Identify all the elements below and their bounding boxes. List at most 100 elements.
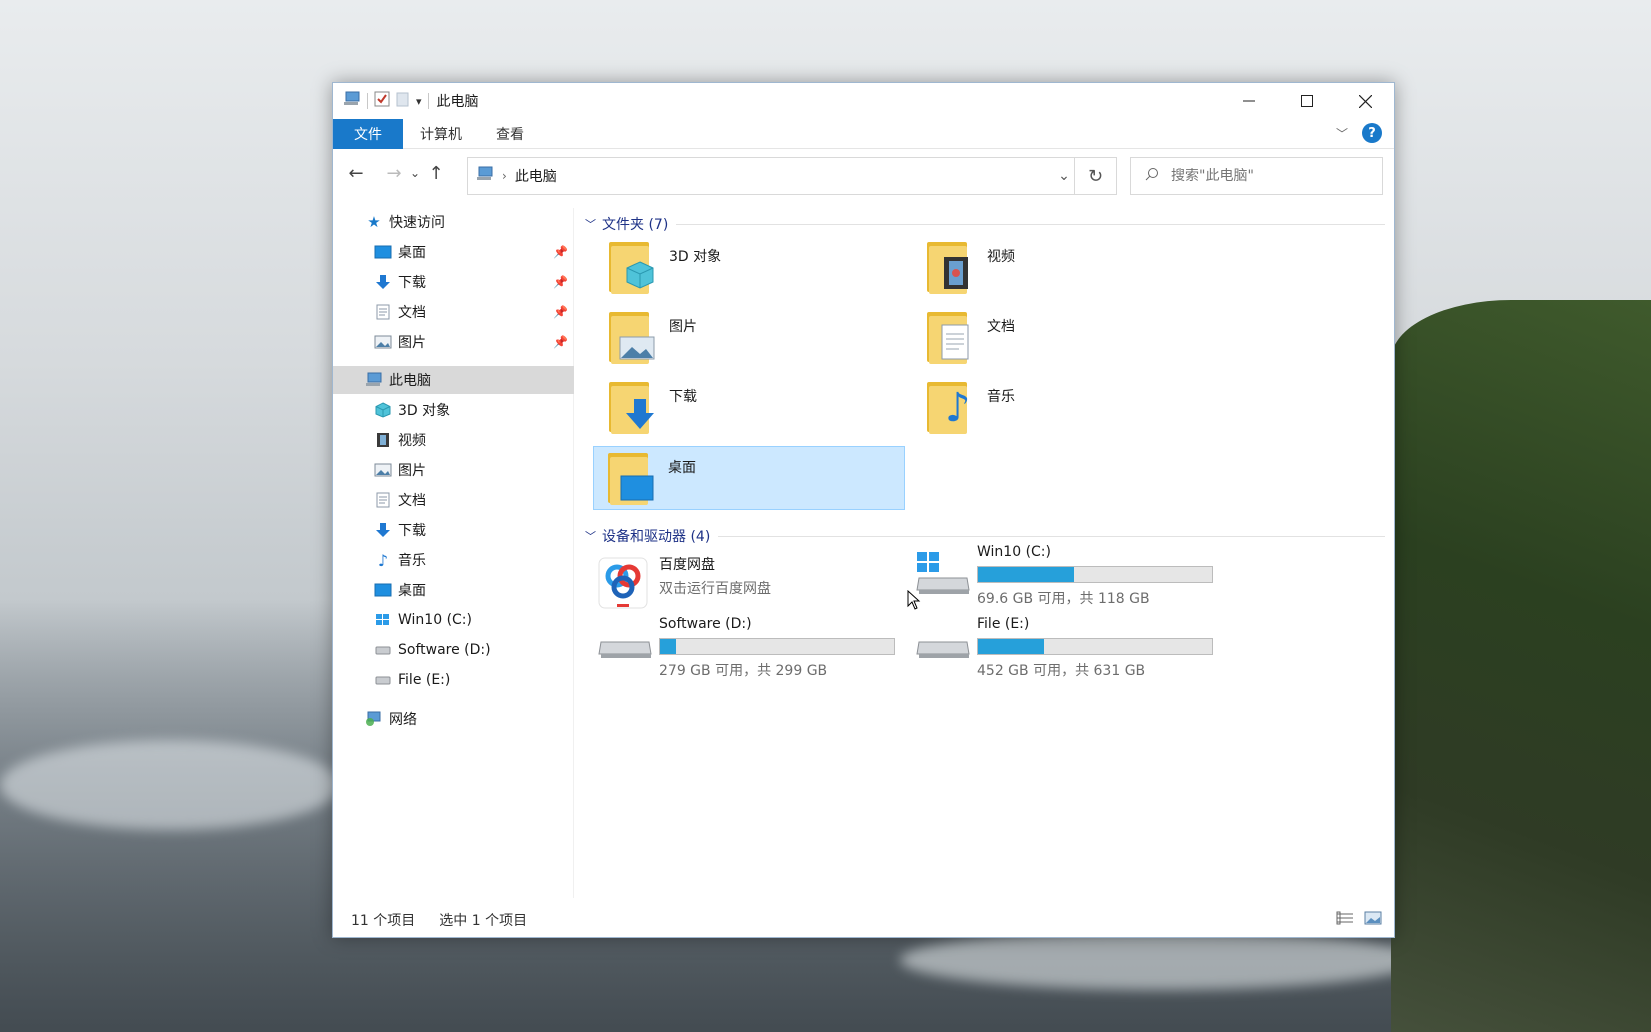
nav-quick-downloads[interactable]: 下载 📌 <box>333 268 574 296</box>
nav-network[interactable]: 网络 <box>333 705 574 733</box>
nav-label: 下载 <box>398 275 426 291</box>
desktop-surf <box>0 740 340 830</box>
folder-label: 下载 <box>669 389 697 405</box>
group-label: 设备和驱动器 (4) <box>602 529 711 545</box>
computer-icon <box>476 166 494 186</box>
music-note-icon: ♪ <box>377 550 389 570</box>
baidu-netdisk[interactable]: 百度网盘 双击运行百度网盘 <box>589 548 899 612</box>
tab-file[interactable]: 文件 <box>333 118 403 149</box>
nav-documents[interactable]: 文档 <box>333 486 574 514</box>
document-icon <box>374 303 392 321</box>
nav-videos[interactable]: 视频 <box>333 426 574 454</box>
drive-c[interactable]: Win10 (C:) 69.6 GB 可用，共 118 GB <box>907 538 1217 607</box>
nav-drive-c[interactable]: Win10 (C:) <box>333 606 574 634</box>
nav-label: 视频 <box>398 433 426 449</box>
computer-icon <box>365 371 383 389</box>
folder-desktop[interactable]: 桌面 <box>593 446 905 510</box>
up-button[interactable]: ↑ <box>423 158 449 188</box>
desktop-icon <box>374 243 392 261</box>
nav-pictures[interactable]: 图片 <box>333 456 574 484</box>
nav-label: 此电脑 <box>389 373 431 389</box>
windows-drive-icon <box>915 546 971 596</box>
expand-ribbon-icon[interactable]: ﹀ <box>1336 125 1348 142</box>
maximize-button[interactable] <box>1278 83 1336 119</box>
title-bar: ▾ 此电脑 <box>333 83 1394 119</box>
nav-3d-objects[interactable]: 3D 对象 <box>333 396 574 424</box>
folder-label: 图片 <box>669 319 697 335</box>
help-icon[interactable]: ? <box>1362 123 1382 143</box>
nav-drive-e[interactable]: File (E:) <box>333 666 574 694</box>
nav-desktop[interactable]: 桌面 <box>333 576 574 604</box>
drive-usage-bar <box>977 638 1213 655</box>
chevron-right-icon[interactable]: › <box>502 169 507 183</box>
drive-usage-fill <box>660 639 677 654</box>
search-input[interactable] <box>1171 168 1361 184</box>
nav-downloads[interactable]: 下载 <box>333 516 574 544</box>
desktop-cliff <box>1391 300 1651 1032</box>
properties-icon[interactable] <box>374 91 390 111</box>
nav-drive-d[interactable]: Software (D:) <box>333 636 574 664</box>
computer-icon[interactable] <box>343 91 361 111</box>
folder-icon <box>607 308 663 368</box>
folder-3d-objects[interactable]: 3D 对象 <box>595 236 907 300</box>
large-icons-view-icon[interactable] <box>1364 911 1382 929</box>
close-button[interactable] <box>1336 83 1394 119</box>
folder-label: 文档 <box>987 319 1015 335</box>
nav-quick-documents[interactable]: 文档 📌 <box>333 298 574 326</box>
group-label: 文件夹 (7) <box>602 217 669 233</box>
forward-button[interactable]: → <box>381 158 407 188</box>
picture-icon <box>374 333 392 351</box>
pin-icon[interactable]: 📌 <box>553 335 568 349</box>
customize-toolbar-icon[interactable]: ▾ <box>416 95 422 108</box>
tab-computer[interactable]: 计算机 <box>403 119 479 149</box>
drive-label: File (E:) <box>977 616 1030 632</box>
drive-d[interactable]: Software (D:) 279 GB 可用，共 299 GB <box>589 610 899 679</box>
tab-view[interactable]: 查看 <box>479 119 541 149</box>
folder-pictures[interactable]: 图片 <box>595 306 907 370</box>
folder-downloads[interactable]: 下载 <box>595 376 907 440</box>
search-box[interactable] <box>1130 157 1383 195</box>
nav-quick-pictures[interactable]: 图片 📌 <box>333 328 574 356</box>
nav-music[interactable]: ♪ 音乐 <box>333 546 574 574</box>
address-bar[interactable]: › 此电脑 ⌄ ↻ <box>467 157 1117 195</box>
chevron-down-icon[interactable]: ﹀ <box>585 528 596 544</box>
folder-documents[interactable]: 文档 <box>913 306 1225 370</box>
drive-size-text: 279 GB 可用，共 299 GB <box>659 663 828 679</box>
nav-label: File (E:) <box>398 672 451 688</box>
drive-icon <box>374 671 392 689</box>
refresh-button[interactable]: ↻ <box>1074 158 1116 194</box>
back-button[interactable]: ← <box>343 158 369 188</box>
baidu-netdisk-icon <box>597 556 653 609</box>
drive-label: Win10 (C:) <box>977 544 1051 560</box>
nav-label: 图片 <box>398 463 426 479</box>
nav-label: 3D 对象 <box>398 403 451 419</box>
drive-e[interactable]: File (E:) 452 GB 可用，共 631 GB <box>907 610 1217 679</box>
details-view-icon[interactable] <box>1336 911 1354 929</box>
recent-locations-button[interactable]: ⌄ <box>407 158 423 188</box>
breadcrumb-this-pc[interactable]: 此电脑 <box>515 166 557 186</box>
picture-icon <box>374 461 392 479</box>
device-subtitle: 双击运行百度网盘 <box>659 581 771 597</box>
folder-videos[interactable]: 视频 <box>913 236 1225 300</box>
folder-music[interactable]: ♪ 音乐 <box>913 376 1225 440</box>
pin-icon[interactable]: 📌 <box>553 305 568 319</box>
mouse-cursor-icon <box>907 590 921 610</box>
selection-count: 选中 1 个项目 <box>439 913 528 929</box>
minimize-button[interactable] <box>1220 83 1278 119</box>
nav-quick-desktop[interactable]: 桌面 📌 <box>333 238 574 266</box>
chevron-down-icon[interactable]: ⌄ <box>1054 158 1074 194</box>
nav-quick-access[interactable]: ★ 快速访问 <box>333 208 574 236</box>
quick-access-toolbar: ▾ <box>343 91 429 111</box>
new-folder-icon[interactable] <box>396 91 410 111</box>
pin-icon[interactable]: 📌 <box>553 275 568 289</box>
desktop-icon <box>374 581 392 599</box>
folder-icon: ♪ <box>925 378 981 438</box>
drive-size-text: 452 GB 可用，共 631 GB <box>977 663 1146 679</box>
chevron-down-icon[interactable]: ﹀ <box>585 216 596 232</box>
pin-icon[interactable]: 📌 <box>553 245 568 259</box>
folders-group-header[interactable]: ﹀ 文件夹 (7) <box>585 214 1385 234</box>
drive-size-text: 69.6 GB 可用，共 118 GB <box>977 591 1150 607</box>
nav-this-pc[interactable]: 此电脑 <box>333 366 574 394</box>
content-pane: ﹀ 文件夹 (7) 3D 对象 视频 图片 文档 下载 ♪ 音乐 桌面 ﹀ 设备… <box>575 198 1393 898</box>
search-icon <box>1145 167 1159 185</box>
